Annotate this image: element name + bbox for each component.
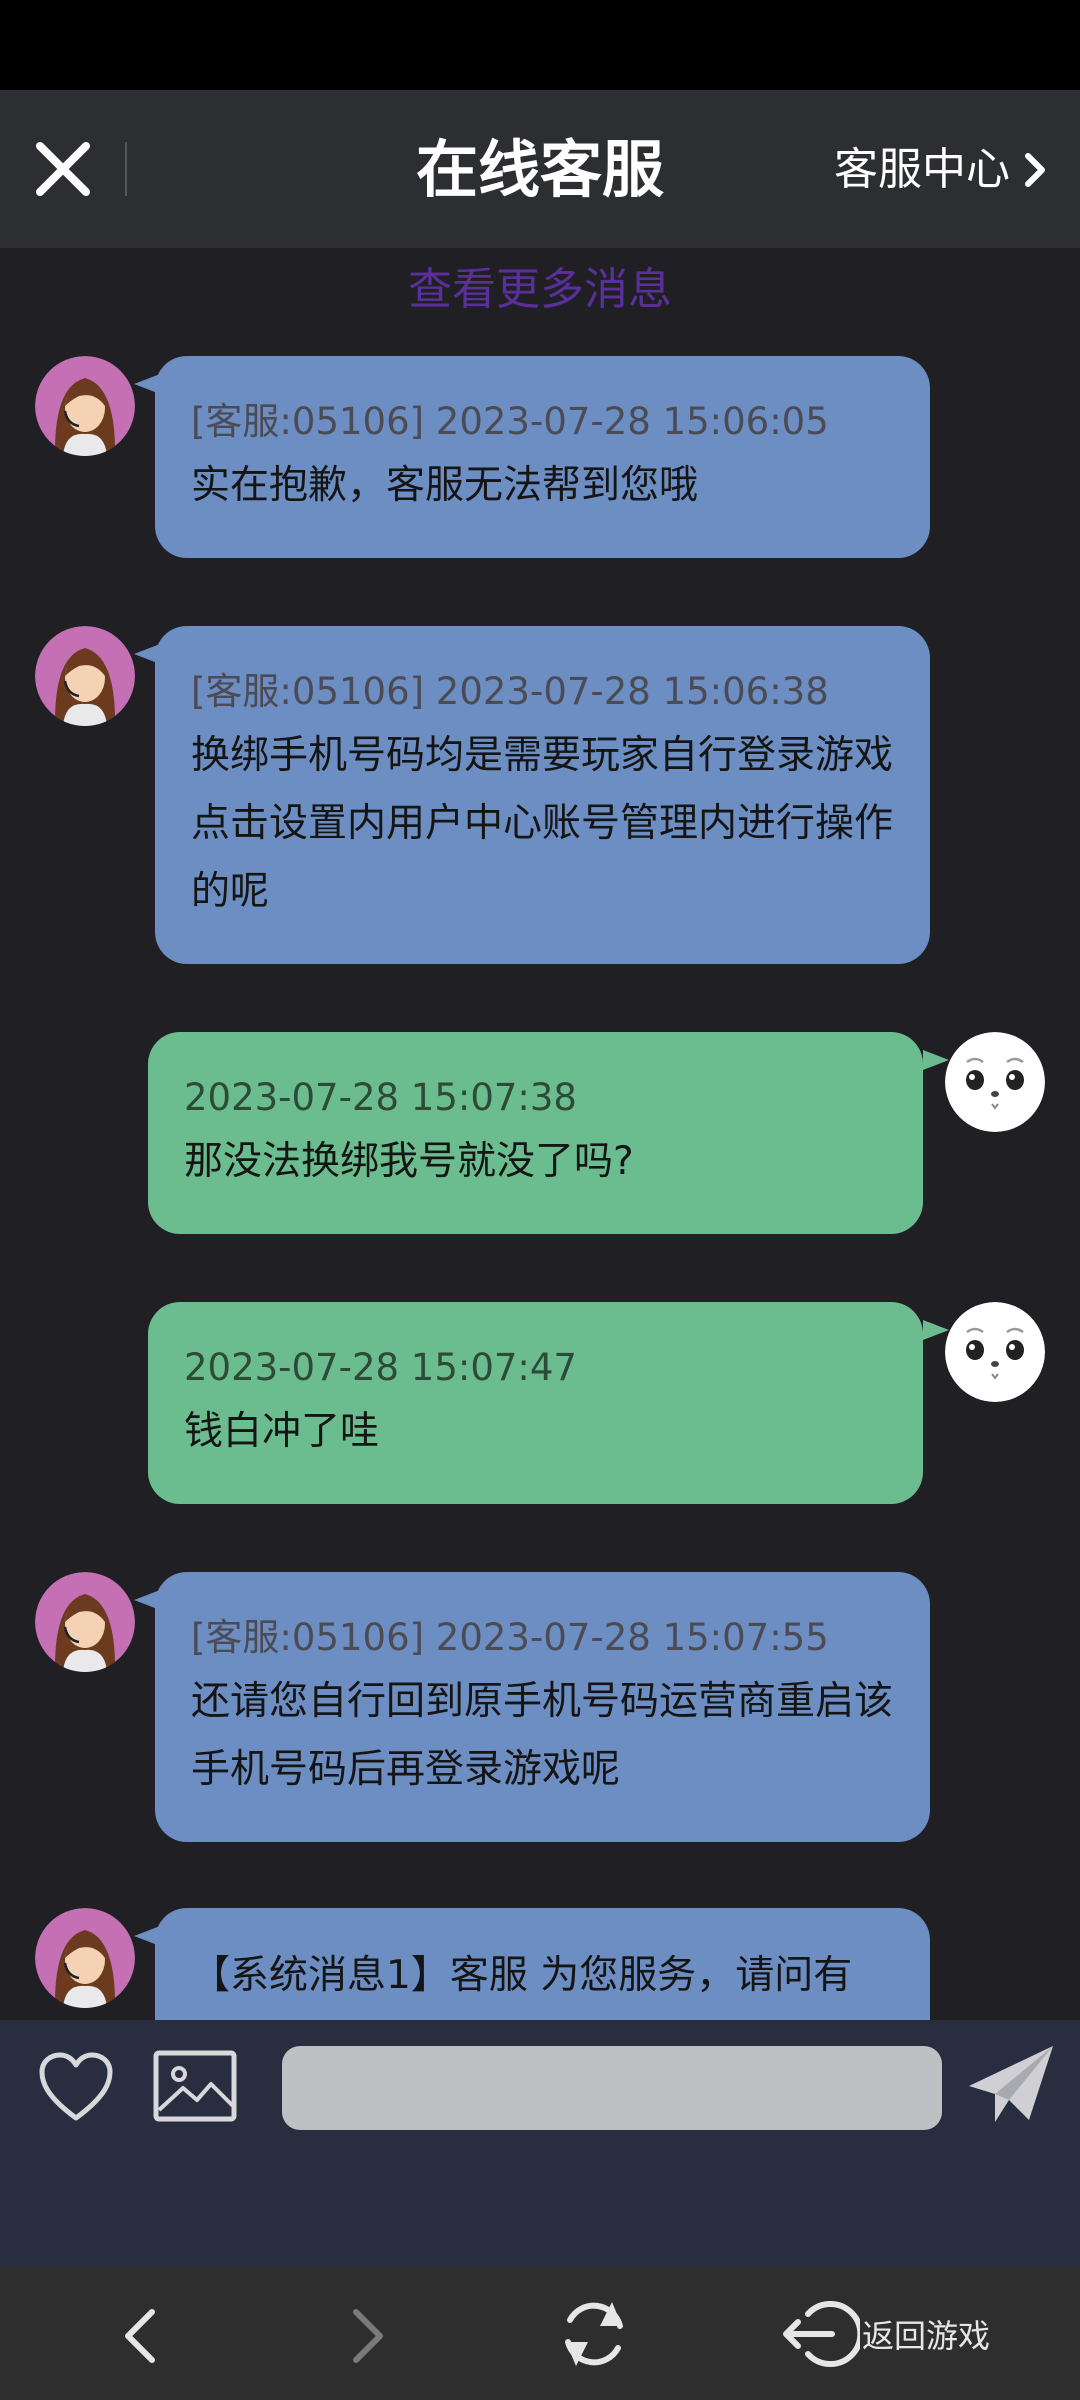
back-arrow-icon[interactable] — [118, 2306, 162, 2366]
message-text: 钱白冲了哇 — [184, 1409, 380, 1454]
exit-icon — [783, 2301, 860, 2367]
status-bar — [0, 0, 1080, 90]
message-meta: 2023-07-28 15:07:38 — [184, 1076, 577, 1119]
agent-avatar — [35, 626, 135, 726]
heart-icon[interactable] — [36, 2050, 116, 2126]
load-more-messages[interactable]: 查看更多消息 — [0, 258, 1080, 322]
agent-avatar — [35, 1908, 135, 2008]
user-avatar — [945, 1032, 1045, 1132]
service-center-link[interactable]: 客服中心 — [834, 142, 1050, 198]
message-agent: [客服:05106] 2023-07-28 15:06:05 实在抱歉，客服无法… — [0, 356, 1080, 566]
bubble-tail — [923, 1320, 949, 1340]
message-text: 实在抱歉，客服无法帮到您哦 — [191, 463, 699, 508]
agent-avatar — [35, 356, 135, 456]
image-icon[interactable] — [153, 2050, 237, 2122]
chat-bubble: 【系统消息1】客服 为您服务，请问有 — [155, 1908, 930, 2020]
bottom-nav: 返回游戏 — [0, 2266, 1080, 2400]
refresh-icon[interactable] — [556, 2296, 632, 2372]
message-agent: [客服:05106] 2023-07-28 15:06:38 换绑手机号码均是需… — [0, 626, 1080, 966]
bubble-tail — [923, 1050, 949, 1070]
return-to-game-button[interactable]: 返回游戏 — [780, 2296, 990, 2372]
forward-arrow-icon[interactable] — [346, 2306, 390, 2366]
message-text: 还请您自行回到原手机号码运营商重启该手机号码后再登录游戏呢 — [191, 1679, 894, 1792]
message-agent: 【系统消息1】客服 为您服务，请问有 — [0, 1908, 1080, 2020]
message-text: 换绑手机号码均是需要玩家自行登录游戏点击设置内用户中心账号管理内进行操作的呢 — [191, 733, 894, 914]
service-center-label: 客服中心 — [834, 144, 1010, 195]
message-meta: [客服:05106] 2023-07-28 15:07:55 — [191, 1616, 829, 1659]
chat-bubble: [客服:05106] 2023-07-28 15:07:55 还请您自行回到原手… — [155, 1572, 930, 1842]
message-text: 【系统消息1】客服 为您服务，请问有 — [191, 1953, 853, 1998]
return-to-game-label: 返回游戏 — [862, 2317, 991, 2355]
chevron-right-icon — [1025, 153, 1045, 187]
send-icon[interactable] — [965, 2040, 1057, 2132]
chat-bubble: 2023-07-28 15:07:47 钱白冲了哇 — [148, 1302, 923, 1504]
message-text: 那没法换绑我号就没了吗? — [184, 1139, 634, 1184]
message-meta: 2023-07-28 15:07:47 — [184, 1346, 577, 1389]
message-user: 2023-07-28 15:07:38 那没法换绑我号就没了吗? — [0, 1032, 1080, 1238]
chat-bubble: 2023-07-28 15:07:38 那没法换绑我号就没了吗? — [148, 1032, 923, 1234]
message-agent: [客服:05106] 2023-07-28 15:07:55 还请您自行回到原手… — [0, 1572, 1080, 1844]
message-meta: [客服:05106] 2023-07-28 15:06:38 — [191, 670, 829, 713]
message-user: 2023-07-28 15:07:47 钱白冲了哇 — [0, 1302, 1080, 1508]
message-input[interactable] — [282, 2046, 942, 2130]
message-meta: [客服:05106] 2023-07-28 15:06:05 — [191, 400, 829, 443]
chat-bubble: [客服:05106] 2023-07-28 15:06:05 实在抱歉，客服无法… — [155, 356, 930, 558]
chat-area[interactable]: 查看更多消息 [客服:05106] 2023-07-28 15:06:05 实在… — [0, 248, 1080, 2020]
agent-avatar — [35, 1572, 135, 1672]
chat-bubble: [客服:05106] 2023-07-28 15:06:38 换绑手机号码均是需… — [155, 626, 930, 964]
input-bar — [0, 2020, 1080, 2266]
user-avatar — [945, 1302, 1045, 1402]
header: 在线客服 客服中心 — [0, 90, 1080, 248]
